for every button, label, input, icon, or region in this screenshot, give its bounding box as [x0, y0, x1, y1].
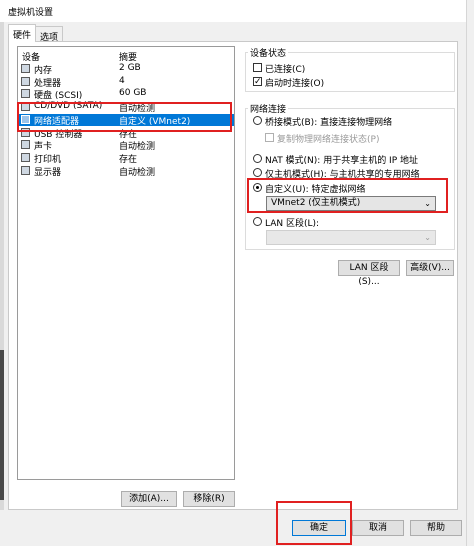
replicate-state-label: 复制物理网络连接状态(P) [277, 135, 380, 145]
connected-checkbox[interactable] [253, 63, 262, 72]
highlight-network-adapter [17, 102, 232, 132]
device-row[interactable]: 处理器 4 [19, 75, 234, 89]
tab-options[interactable]: 选项 [35, 26, 64, 43]
replicate-state-checkbox[interactable] [265, 133, 274, 142]
device-summary: 4 [119, 75, 125, 86]
cancel-button[interactable]: 取消 [352, 520, 404, 536]
device-column-header: 设备 [22, 53, 41, 63]
remove-device-button[interactable]: 移除(R) [183, 491, 235, 507]
network-connection-title: 网络连接 [248, 102, 289, 115]
lan-segment-label: LAN 区段(L): [265, 219, 320, 229]
device-row[interactable]: 硬盘 (SCSI) 60 GB [19, 88, 234, 102]
processor-icon [21, 76, 30, 86]
bridged-label: 桥接模式(B): 直接连接物理网络 [265, 118, 393, 128]
chevron-down-icon: ⌄ [424, 233, 431, 242]
radio-bridged[interactable] [253, 116, 262, 125]
memory-icon [21, 64, 30, 73]
device-summary: 自动检测 [119, 142, 156, 153]
device-name: 显示器 [34, 167, 62, 178]
window-edge-right [466, 0, 474, 546]
window-title: 虚拟机设置 [8, 8, 54, 18]
summary-column-header: 摘要 [119, 53, 138, 63]
device-name: 打印机 [34, 154, 62, 165]
display-icon [21, 165, 30, 175]
background-window-edge-dark [0, 350, 4, 500]
help-button[interactable]: 帮助 [410, 520, 462, 536]
sound-card-icon [21, 140, 30, 150]
radio-host-only[interactable] [253, 168, 262, 177]
device-summary: 2 GB [119, 63, 141, 73]
device-name: 内存 [34, 66, 53, 76]
connect-on-power-label: 启动时连接(O) [265, 79, 325, 89]
device-row[interactable]: 内存 2 GB [19, 63, 234, 76]
device-summary: 60 GB [119, 88, 147, 99]
highlight-custom-network [247, 178, 448, 213]
highlight-ok-button [276, 501, 352, 545]
hard-disk-icon [21, 89, 30, 99]
connect-on-power-checkbox[interactable]: ✓ [253, 77, 262, 87]
radio-lan-segment[interactable] [253, 217, 262, 226]
device-status-title: 设备状态 [248, 46, 289, 59]
device-summary: 自动检测 [119, 167, 156, 178]
connected-label: 已连接(C) [265, 65, 306, 75]
tab-hardware[interactable]: 硬件 [8, 24, 37, 42]
lan-segment-select[interactable]: ⌄ [266, 230, 436, 245]
nat-label: NAT 模式(N): 用于共享主机的 IP 地址 [265, 156, 419, 166]
advanced-button[interactable]: 高级(V)... [406, 260, 454, 276]
device-row[interactable]: 打印机 存在 [19, 152, 234, 165]
device-summary: 存在 [119, 154, 138, 165]
printer-icon [21, 152, 30, 162]
device-name: 声卡 [34, 142, 53, 153]
title-bar [0, 0, 474, 22]
lan-segments-button[interactable]: LAN 区段(S)... [338, 260, 400, 287]
device-row[interactable]: 显示器 自动检测 [19, 165, 234, 178]
device-name: 硬盘 (SCSI) [34, 91, 83, 102]
device-row[interactable]: 声卡 自动检测 [19, 139, 234, 153]
radio-nat[interactable] [253, 154, 262, 163]
add-device-button[interactable]: 添加(A)... [121, 491, 177, 507]
device-name: 处理器 [34, 78, 62, 89]
